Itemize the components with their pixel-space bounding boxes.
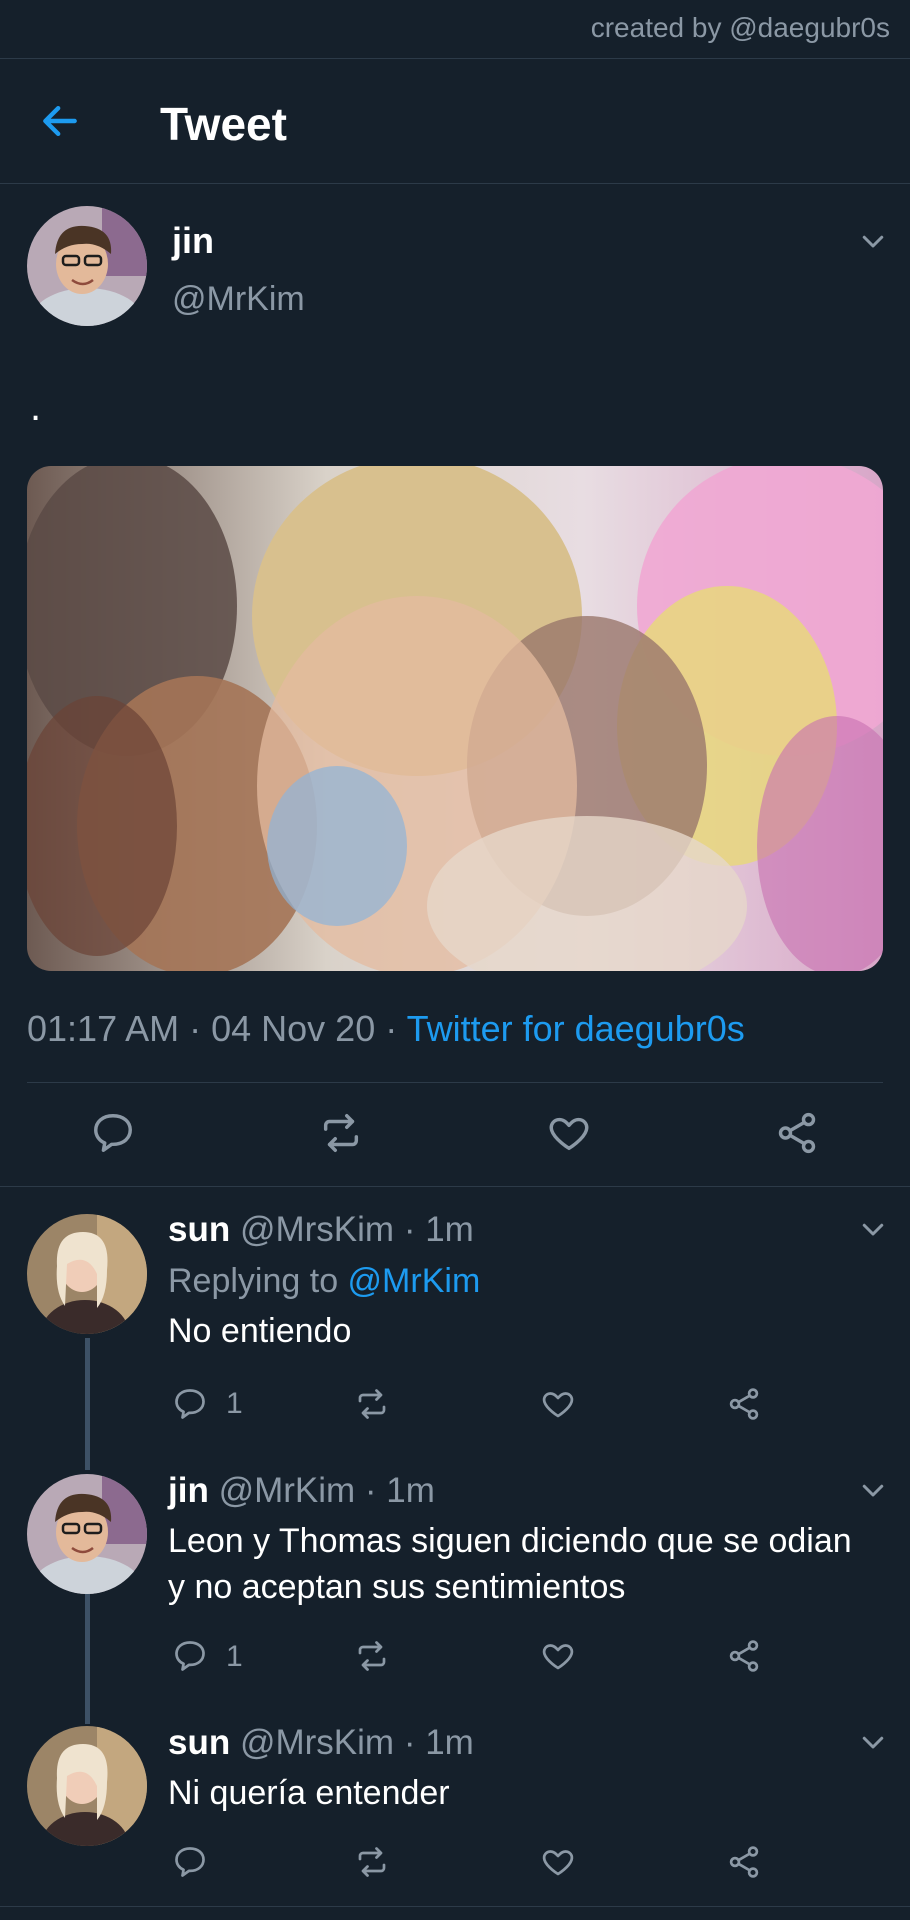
arrow-left-icon[interactable]	[38, 99, 82, 143]
credit-text: created by @daegubr0s	[590, 12, 890, 43]
reply-icon[interactable]	[172, 1638, 208, 1674]
credit-bar: created by @daegubr0s	[0, 0, 910, 59]
divider	[0, 1906, 910, 1907]
share-icon[interactable]	[726, 1844, 762, 1880]
tweet-date: 04 Nov 20	[211, 1008, 376, 1049]
reply-time: 1m	[425, 1723, 474, 1762]
tweet-text: .	[30, 385, 42, 429]
avatar[interactable]	[27, 1474, 147, 1594]
chevron-down-icon[interactable]	[858, 1727, 888, 1757]
tweet-image[interactable]	[27, 466, 883, 971]
reply-icon[interactable]	[172, 1844, 208, 1880]
tweet-meta: 01:17 AM · 04 Nov 20 · Twitter for daegu…	[27, 1008, 745, 1050]
reply-icon[interactable]	[172, 1386, 208, 1422]
avatar[interactable]	[27, 1214, 147, 1334]
reply-author-handle[interactable]: @MrsKim	[240, 1210, 394, 1249]
reply-header: sun @MrsKim · 1m	[168, 1210, 474, 1250]
replying-to: Replying to @MrKim	[168, 1262, 480, 1301]
meta-separator: ·	[355, 1471, 387, 1510]
reply-author-handle[interactable]: @MrsKim	[240, 1723, 394, 1762]
meta-separator: ·	[179, 1008, 212, 1049]
replying-prefix: Replying to	[168, 1262, 348, 1300]
author-name[interactable]: jin	[172, 220, 214, 262]
avatar[interactable]	[27, 206, 147, 326]
share-icon[interactable]	[726, 1638, 762, 1674]
meta-separator: ·	[394, 1210, 426, 1249]
thread-line	[85, 1594, 90, 1724]
reply-time: 1m	[386, 1471, 435, 1510]
author-handle[interactable]: @MrKim	[172, 280, 305, 319]
tweet-time: 01:17 AM	[27, 1008, 180, 1049]
share-icon[interactable]	[774, 1110, 820, 1156]
retweet-icon[interactable]	[354, 1638, 390, 1674]
reply-author-name[interactable]: jin	[168, 1471, 209, 1510]
meta-separator: ·	[394, 1723, 426, 1762]
retweet-icon[interactable]	[354, 1844, 390, 1880]
reply-text: Ni quería entender	[168, 1774, 450, 1812]
reply-header: sun @MrsKim · 1m	[168, 1723, 474, 1763]
page-title: Tweet	[160, 98, 287, 150]
reply-author-handle[interactable]: @MrKim	[219, 1471, 356, 1510]
chevron-down-icon[interactable]	[858, 226, 888, 256]
reply-icon[interactable]	[90, 1110, 136, 1156]
like-icon[interactable]	[546, 1110, 592, 1156]
like-icon[interactable]	[540, 1638, 576, 1674]
reply-time: 1m	[425, 1210, 474, 1249]
replying-mention[interactable]: @MrKim	[348, 1262, 481, 1300]
reply-text: No entiendo	[168, 1312, 352, 1350]
reply-author-name[interactable]: sun	[168, 1723, 230, 1762]
tweet-source[interactable]: Twitter for daegubr0s	[407, 1008, 745, 1049]
avatar[interactable]	[27, 1726, 147, 1846]
reply-count: 1	[226, 1387, 243, 1420]
chevron-down-icon[interactable]	[858, 1475, 888, 1505]
thread-line	[85, 1338, 90, 1470]
reply-text: Leon y Thomas siguen diciendo que se odi…	[168, 1522, 852, 1606]
header: Tweet	[0, 59, 910, 184]
meta-separator: ·	[375, 1008, 407, 1049]
like-icon[interactable]	[540, 1386, 576, 1422]
chevron-down-icon[interactable]	[858, 1214, 888, 1244]
divider	[0, 1186, 910, 1187]
retweet-icon[interactable]	[354, 1386, 390, 1422]
divider	[27, 1082, 883, 1083]
reply-header: jin @MrKim · 1m	[168, 1471, 435, 1511]
share-icon[interactable]	[726, 1386, 762, 1422]
reply-author-name[interactable]: sun	[168, 1210, 230, 1249]
retweet-icon[interactable]	[318, 1110, 364, 1156]
like-icon[interactable]	[540, 1844, 576, 1880]
reply-count: 1	[226, 1640, 243, 1673]
